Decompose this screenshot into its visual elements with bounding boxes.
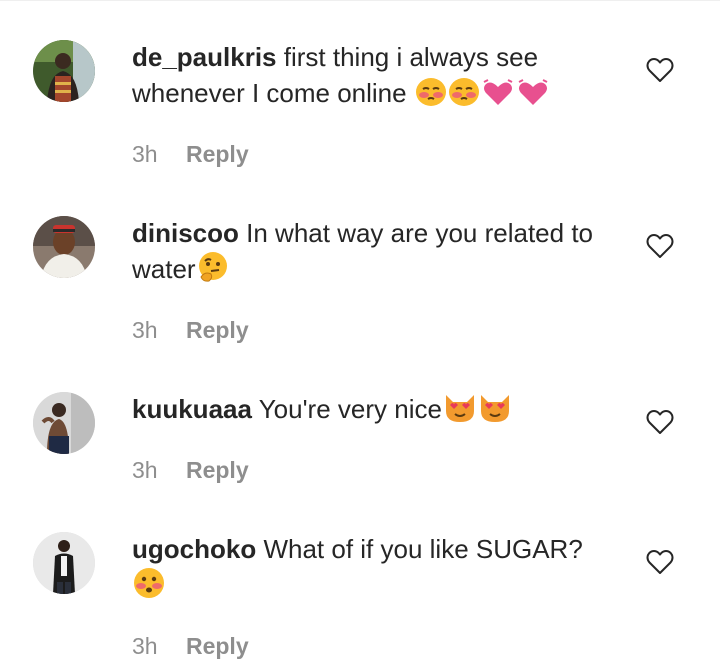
comment-timestamp: 3h bbox=[132, 141, 158, 167]
avatar[interactable] bbox=[33, 216, 95, 278]
comment-timestamp: 3h bbox=[132, 457, 158, 483]
comment-text: kuukuaaa You're very nice bbox=[132, 391, 602, 432]
comment-text: diniscoo In what way are you related to … bbox=[132, 215, 602, 292]
comment-meta: 3h Reply bbox=[132, 456, 249, 484]
revolving-hearts-icon bbox=[516, 79, 550, 116]
comment-text: de_paulkris first thing i always see whe… bbox=[132, 39, 602, 116]
comment-body: What of if you like SUGAR? bbox=[263, 534, 583, 564]
heart-outline-icon bbox=[646, 234, 674, 258]
heart-outline-icon bbox=[646, 550, 674, 574]
like-button[interactable] bbox=[646, 233, 674, 259]
thinking-face-icon bbox=[197, 251, 229, 292]
reply-button[interactable]: Reply bbox=[186, 316, 249, 344]
like-button[interactable] bbox=[646, 409, 674, 435]
flushed-face-icon bbox=[448, 77, 480, 116]
comment-username[interactable]: de_paulkris bbox=[132, 42, 277, 72]
comment-meta: 3h Reply bbox=[132, 140, 249, 168]
heart-outline-icon bbox=[646, 410, 674, 434]
revolving-hearts-icon bbox=[481, 79, 515, 116]
top-divider bbox=[0, 0, 720, 1]
like-button[interactable] bbox=[646, 549, 674, 575]
comment-username[interactable]: ugochoko bbox=[132, 534, 256, 564]
avatar[interactable] bbox=[33, 392, 95, 454]
avatar[interactable] bbox=[33, 40, 95, 102]
comment-meta: 3h Reply bbox=[132, 316, 249, 344]
heart-eyes-cat-icon bbox=[478, 393, 512, 432]
reply-button[interactable]: Reply bbox=[186, 140, 249, 168]
reply-button[interactable]: Reply bbox=[186, 456, 249, 484]
comment-body: You're very nice bbox=[258, 394, 442, 424]
heart-eyes-cat-icon bbox=[443, 393, 477, 432]
comment-username[interactable]: kuukuaaa bbox=[132, 394, 252, 424]
flushed-face-icon bbox=[132, 567, 166, 608]
flushed-face-icon bbox=[415, 77, 447, 116]
avatar[interactable] bbox=[33, 532, 95, 594]
comment-text: ugochoko What of if you like SUGAR? bbox=[132, 531, 602, 608]
comment-timestamp: 3h bbox=[132, 317, 158, 343]
like-button[interactable] bbox=[646, 57, 674, 83]
heart-outline-icon bbox=[646, 58, 674, 82]
comment-username[interactable]: diniscoo bbox=[132, 218, 239, 248]
